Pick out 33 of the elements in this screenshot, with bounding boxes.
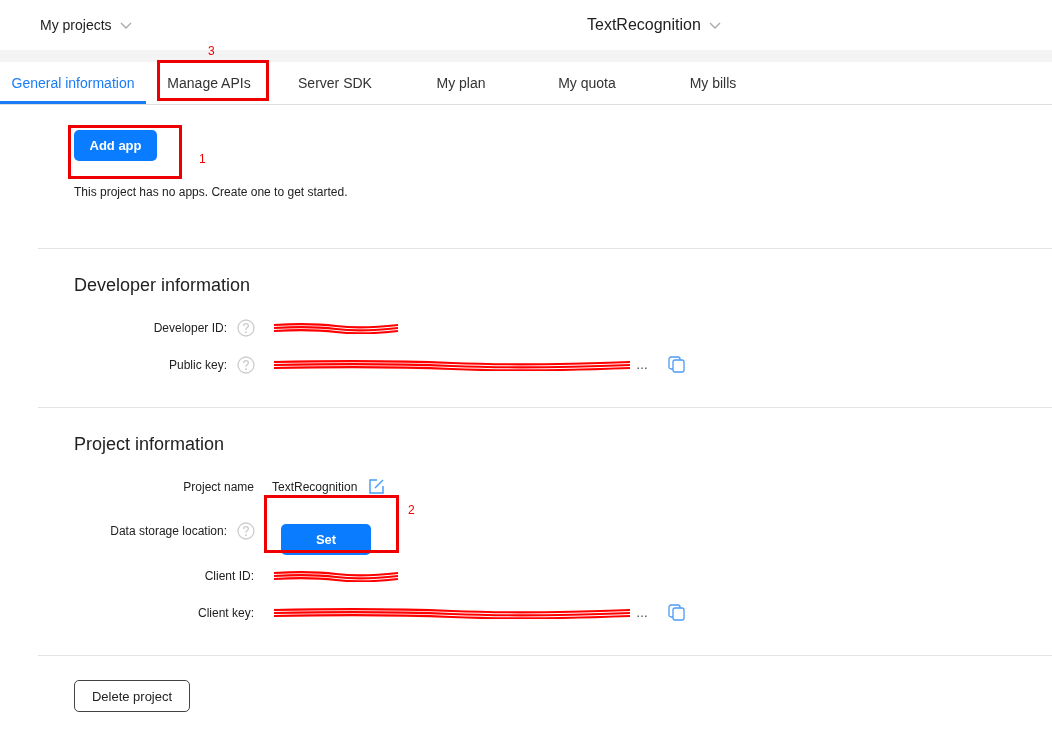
- annotation-number: 2: [408, 503, 415, 517]
- edit-icon[interactable]: [368, 478, 386, 495]
- add-app-button[interactable]: Add app: [74, 130, 157, 161]
- chevron-down-icon: [119, 20, 132, 30]
- tab[interactable]: My bills: [650, 62, 776, 104]
- annotation-number: 1: [199, 152, 206, 166]
- field-label: Project name: [182, 479, 255, 494]
- tab[interactable]: My plan: [398, 62, 524, 104]
- ellipsis: …: [636, 357, 648, 372]
- annotation-number: 3: [208, 44, 215, 58]
- copy-icon[interactable]: [668, 356, 685, 373]
- help-icon[interactable]: [236, 522, 255, 540]
- ellipsis: …: [636, 605, 648, 620]
- field-label: Public key:: [167, 357, 227, 372]
- project-menu[interactable]: My projects: [40, 17, 132, 33]
- tab[interactable]: Manage APIs: [146, 62, 272, 104]
- project-menu-label: My projects: [40, 17, 112, 33]
- copy-icon[interactable]: [668, 604, 685, 621]
- tab[interactable]: My quota: [524, 62, 650, 104]
- section-title: Developer information: [74, 275, 252, 296]
- field-label: Client ID:: [203, 568, 255, 583]
- delete-project-button[interactable]: Delete project: [74, 680, 190, 712]
- field-label: Data storage location:: [109, 524, 227, 538]
- chevron-down-icon: [708, 20, 721, 30]
- field-value: TextRecognition: [272, 479, 358, 494]
- field-label: Developer ID:: [152, 320, 227, 335]
- section-title: Project information: [74, 434, 226, 455]
- empty-message: This project has no apps. Create one to get started.: [74, 185, 349, 199]
- help-icon[interactable]: [236, 355, 255, 374]
- field-label: Client key:: [196, 605, 255, 620]
- help-icon[interactable]: [236, 318, 255, 337]
- tab[interactable]: General information: [0, 62, 146, 104]
- tab[interactable]: Server SDK: [272, 62, 398, 104]
